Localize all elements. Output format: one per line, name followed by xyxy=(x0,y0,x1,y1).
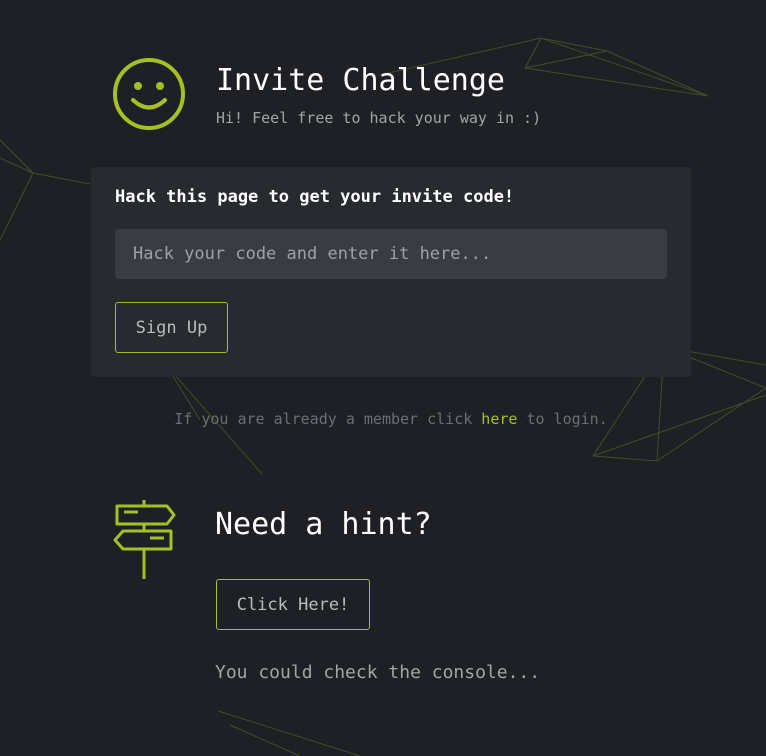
page-title: Invite Challenge xyxy=(216,63,505,98)
login-prompt: If you are already a member click here t… xyxy=(0,410,766,428)
hint-text: You could check the console... xyxy=(215,662,541,683)
sign-up-button[interactable]: Sign Up xyxy=(115,302,228,353)
hint-heading: Need a hint? xyxy=(215,507,432,542)
login-link[interactable]: here xyxy=(481,410,517,428)
signpost-icon xyxy=(113,500,176,579)
header-text: Invite Challenge Hi! Feel free to hack y… xyxy=(216,63,541,127)
hint-button[interactable]: Click Here! xyxy=(216,579,370,630)
invite-code-input[interactable] xyxy=(115,229,667,279)
smiley-icon xyxy=(113,58,185,130)
login-prompt-text-before: If you are already a member click xyxy=(174,410,482,428)
invite-form-card: Hack this page to get your invite code! … xyxy=(91,167,691,377)
login-prompt-text-after: to login. xyxy=(517,410,608,428)
page-header: Invite Challenge Hi! Feel free to hack y… xyxy=(112,57,541,131)
invite-form-heading: Hack this page to get your invite code! xyxy=(115,187,515,207)
page-subtitle: Hi! Feel free to hack your way in :) xyxy=(216,109,542,127)
